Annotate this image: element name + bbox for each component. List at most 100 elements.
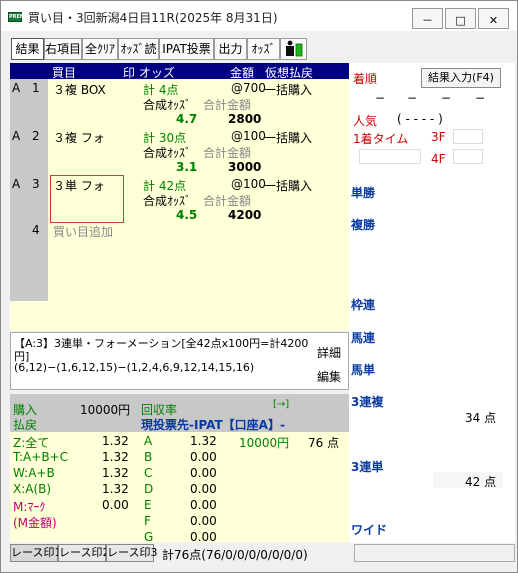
arrow-button[interactable]: [→] — [273, 399, 289, 410]
bet-row[interactable]: A 2 ３複 フォ 計 30点 @100 一括購入 合成ｵｯｽﾞ 合計金額 3.… — [10, 127, 349, 175]
minimize-button[interactable]: － — [412, 8, 443, 29]
section-umatan: 馬単 — [351, 363, 376, 377]
bet-odds: 4.7 — [176, 112, 198, 126]
mark-letter: A — [144, 434, 153, 448]
mark-label: X:A(B) — [13, 482, 52, 496]
read-odds-button[interactable]: ｵｯｽﾞ読 — [118, 38, 159, 60]
section-sanrentan: 3連単 — [351, 460, 384, 474]
bet-total: 3000 — [228, 160, 262, 174]
mark-letter: E — [144, 498, 152, 512]
mark-letter-value: 0.00 — [190, 482, 217, 496]
mark-points: 76 点 — [308, 436, 340, 450]
mark-letter-value: 0.00 — [190, 530, 217, 544]
tab-race-mark-1[interactable]: レース印1 — [10, 544, 61, 562]
sanrentan-points: 42 点 — [465, 475, 497, 489]
4f-field[interactable] — [453, 149, 483, 164]
result-panel: 着順 結果入力(F4) − − − − 人気 ( - - - - ) 1着タイム… — [349, 63, 515, 543]
status-text: 計76点(76/0/0/0/0/0/0/0) — [162, 548, 308, 562]
window-title: 買い目・3回新潟4日目11R(2025年 8月31日) — [28, 11, 278, 25]
mark-letter-value: 0.00 — [190, 466, 217, 480]
tab-race-mark-3[interactable]: レース印3 — [106, 544, 157, 562]
purchase-value: 10000円 — [80, 403, 131, 417]
tab-race-mark-2[interactable]: レース印2 — [58, 544, 109, 562]
bet-mode: 一括購入 — [264, 179, 313, 193]
bet-odds: 3.1 — [176, 160, 198, 174]
mark-label: (M金額) — [13, 516, 57, 530]
tab-result[interactable]: 結果 — [11, 38, 44, 60]
ninki-label: 人気 — [353, 114, 378, 128]
bet-total: 2800 — [228, 112, 262, 126]
odds-button[interactable]: ｵｯｽﾞ — [247, 38, 280, 60]
mark-value: 1.32 — [102, 466, 129, 480]
mark-label: T:A+B+C — [13, 450, 68, 464]
chakujun-label: 着順 — [353, 72, 378, 86]
refund-label: 払戻 — [13, 418, 38, 432]
section-wakuren: 枠連 — [351, 298, 376, 312]
mark-label: M:ﾏｰｸ — [13, 500, 46, 514]
clear-all-button[interactable]: 全ｸﾘｱ — [82, 38, 118, 60]
app-icon: PREM — [8, 12, 25, 22]
bet-price: @100 — [231, 129, 266, 143]
bet-price: @700 — [231, 81, 266, 95]
section-umaren: 馬連 — [351, 331, 376, 345]
bet-mode: 一括購入 — [264, 83, 313, 97]
main-window: PREM 買い目・3回新潟4日目11R(2025年 8月31日) － □ ✕ 結… — [0, 0, 518, 573]
mark-label: Z:全て — [13, 436, 50, 450]
mark-letter-value: 0.00 — [190, 498, 217, 512]
bet-total: 4200 — [228, 208, 262, 222]
bet-type: ３複 フォ — [53, 131, 105, 145]
sanrenpuku-points: 34 点 — [465, 411, 497, 425]
info-line-1: 【A:3】3連単・フォーメーション[全42点x100円=計4200 — [14, 337, 309, 350]
time-field[interactable] — [359, 149, 421, 164]
add-bet-label: 買い目追加 — [53, 225, 114, 239]
section-sanrenpuku: 3連複 — [351, 395, 384, 409]
bet-mode: 一括購入 — [264, 131, 313, 145]
ninki-values: ( - - - - ) — [397, 112, 443, 126]
mark-amount: 10000円 — [239, 436, 290, 450]
mark-letter: C — [144, 466, 153, 480]
grid-header: 買目 印 オッズ 金額 仮想払戻 — [10, 63, 349, 80]
4f-label: 4F — [431, 152, 446, 166]
mark-value: 0.00 — [102, 498, 129, 512]
title-bar: PREM 買い目・3回新潟4日目11R(2025年 8月31日) － □ ✕ — [1, 1, 517, 31]
mark-label: W:A+B — [13, 466, 55, 480]
mark-value: 1.32 — [102, 434, 129, 448]
vote-destination: 現投票先-IPAT【口座A】- — [141, 418, 285, 432]
section-fukusho: 複勝 — [351, 218, 376, 232]
toolbar: 結果 右項目 全ｸﾘｱ ｵｯｽﾞ読 IPAT投票 出力 ｵｯｽﾞ — [1, 31, 517, 61]
section-wide: ワイド — [351, 523, 388, 537]
add-bet-row[interactable]: 4 買い目追加 — [10, 223, 349, 239]
bet-price: @100 — [231, 177, 266, 191]
maximize-icon: □ — [455, 14, 466, 27]
selected-cell — [50, 175, 124, 223]
edit-button[interactable]: 編集 — [317, 368, 341, 385]
people-button[interactable] — [280, 38, 307, 60]
bet-type: ３複 BOX — [53, 83, 106, 97]
result-input-button[interactable]: 結果入力(F4) — [421, 68, 501, 88]
tab-right-items[interactable]: 右項目 — [44, 38, 82, 60]
mark-letter: G — [144, 530, 154, 544]
3f-field[interactable] — [453, 129, 483, 144]
3f-label: 3F — [431, 130, 446, 144]
info-line-3: (6,12)−(1,6,12,15)−(1,2,4,6,9,12,14,15,1… — [14, 361, 255, 374]
mark-letter: F — [144, 514, 151, 528]
section-tansho: 単勝 — [351, 186, 376, 200]
output-button[interactable]: 出力 — [214, 38, 247, 60]
status-bar: レース印1 レース印2 レース印3 計76点(76/0/0/0/0/0/0/0) — [10, 544, 515, 562]
mark-letter-value: 1.32 — [190, 434, 217, 448]
close-button[interactable]: ✕ — [478, 8, 509, 29]
mark-letter-value: 0.00 — [190, 450, 217, 464]
bet-info-panel: 【A:3】3連単・フォーメーション[全42点x100円=計4200 円] (6,… — [10, 332, 349, 390]
mark-letter: D — [144, 482, 154, 496]
close-icon: ✕ — [488, 14, 499, 27]
mark-value: 1.32 — [102, 450, 129, 464]
first-time-label: 1着タイム — [353, 132, 409, 146]
detail-button[interactable]: 詳細 — [317, 344, 341, 361]
summary-panel: 購入 10000円 払戻 回収率 [→] 現投票先-IPAT【口座A】- Z:全… — [10, 394, 349, 544]
ipat-vote-button[interactable]: IPAT投票 — [159, 38, 214, 60]
mark-value: 1.32 — [102, 482, 129, 496]
maximize-button[interactable]: □ — [445, 8, 476, 29]
bet-row[interactable]: A 1 ３複 BOX 計 4点 @700 一括購入 合成ｵｯｽﾞ 合計金額 4.… — [10, 79, 349, 127]
mark-letter: B — [144, 450, 153, 464]
minimize-icon: － — [422, 14, 433, 27]
